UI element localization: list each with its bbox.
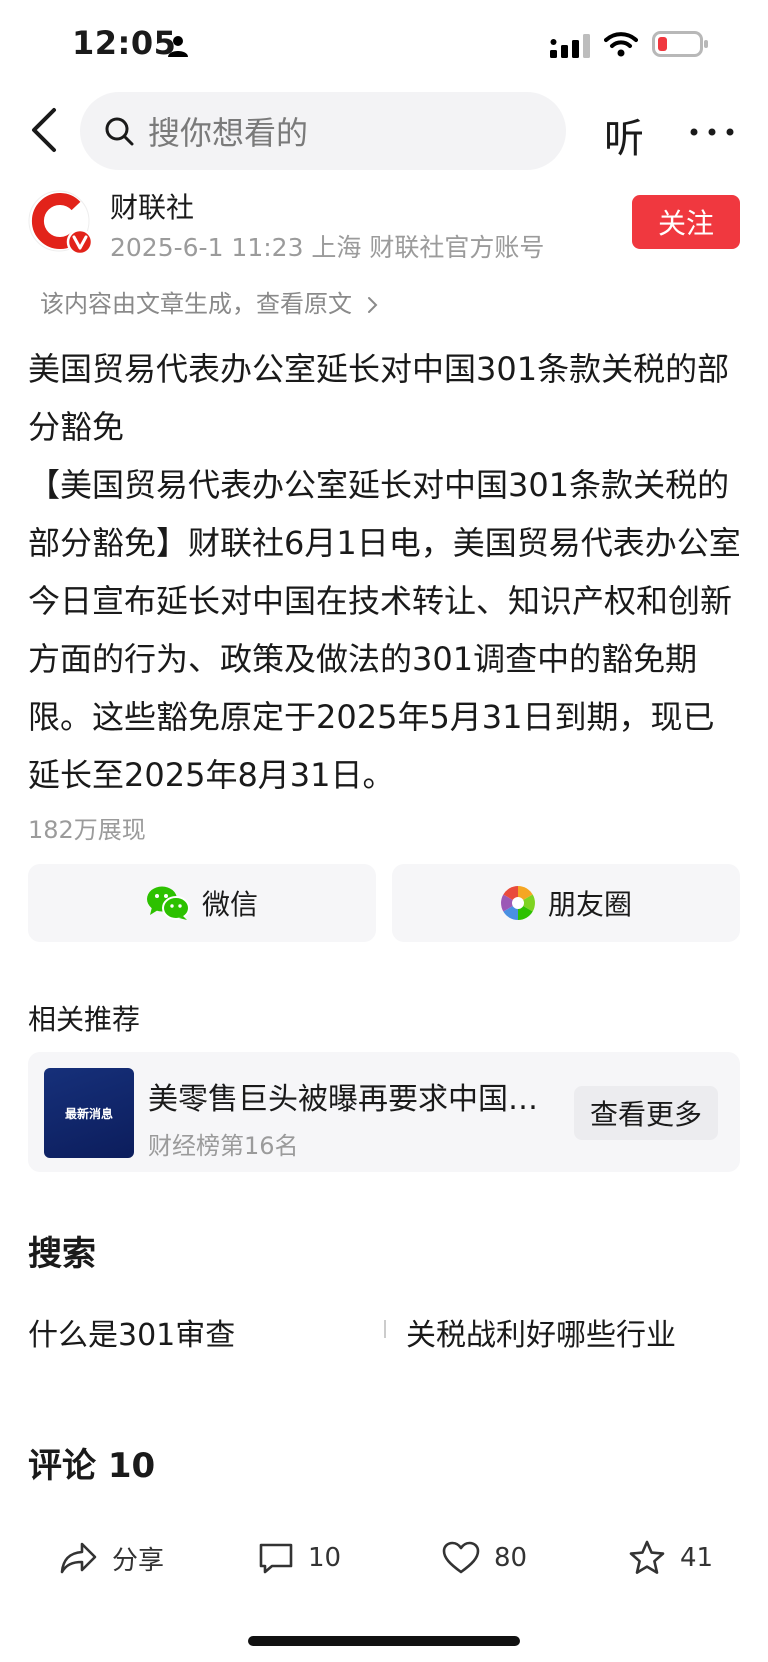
view-original-link[interactable]: 该内容由文章生成，查看原文 <box>40 284 380 319</box>
article-title: 美国贸易代表办公室延长对中国301条款关税的部分豁免 <box>28 350 730 446</box>
search-suggestion[interactable]: 什么是301审查 <box>28 1310 235 1354</box>
follow-button[interactable]: 关注 <box>632 195 740 249</box>
search-suggestion[interactable]: 关税战利好哪些行业 <box>406 1310 676 1354</box>
comment-count: 10 <box>308 1543 342 1573</box>
search-icon <box>105 117 134 146</box>
share-arrow-icon <box>60 1542 97 1574</box>
comment-button[interactable]: 10 <box>258 1538 341 1578</box>
share-wechat-button[interactable]: 微信 <box>28 864 376 942</box>
view-more-button[interactable]: 查看更多 <box>574 1086 718 1140</box>
home-indicator[interactable] <box>248 1636 520 1646</box>
favorite-count: 41 <box>680 1543 714 1573</box>
star-icon <box>629 1540 665 1574</box>
related-thumbnail: 最新消息 <box>44 1068 134 1158</box>
back-arrow-icon[interactable] <box>28 106 60 154</box>
related-subtitle: 财经榜第16名 <box>148 1132 299 1160</box>
comments-title: 评论 10 <box>28 1446 156 1486</box>
search-placeholder: 搜你想看的 <box>148 114 309 152</box>
heart-icon <box>442 1541 480 1574</box>
related-title[interactable]: 美零售巨头被曝再要求中国供应商降价 <box>148 1074 538 1118</box>
author-meta: 2025-6-1 11:23 上海 财联社官方账号 <box>110 233 545 262</box>
search-section-title: 搜索 <box>28 1234 96 1274</box>
like-count: 80 <box>494 1543 528 1573</box>
view-count: 182万展现 <box>28 816 146 844</box>
author-name[interactable]: 财联社 <box>110 186 194 226</box>
share-wechat-label: 微信 <box>201 888 258 921</box>
cellular-signal-icon <box>550 34 590 58</box>
comment-icon <box>259 1543 293 1574</box>
view-original-text: 该内容由文章生成，查看原文 <box>40 290 352 318</box>
wechat-icon <box>146 886 190 920</box>
more-options-icon[interactable] <box>688 112 736 152</box>
listen-button[interactable]: 听 <box>604 106 644 164</box>
wifi-icon <box>604 32 638 57</box>
article-content: 美国贸易代表办公室延长对中国301条款关税的部分豁免 【美国贸易代表办公室延长对… <box>28 340 744 804</box>
battery-icon <box>652 31 708 57</box>
author-avatar[interactable] <box>28 190 94 256</box>
moments-icon <box>500 886 535 920</box>
person-icon <box>168 36 188 57</box>
share-button[interactable]: 分享 <box>60 1538 164 1578</box>
favorite-button[interactable]: 41 <box>628 1538 713 1578</box>
like-button[interactable]: 80 <box>442 1538 527 1578</box>
chevron-right-icon <box>367 297 378 313</box>
article-body: 【美国贸易代表办公室延长对中国301条款关税的部分豁免】财联社6月1日电，美国贸… <box>28 466 741 794</box>
share-moments-label: 朋友圈 <box>547 888 632 921</box>
divider <box>384 1320 386 1338</box>
related-section-title: 相关推荐 <box>28 1003 141 1036</box>
share-moments-button[interactable]: 朋友圈 <box>392 864 740 942</box>
share-label: 分享 <box>112 1545 165 1576</box>
status-time: 12:05 <box>72 24 177 62</box>
